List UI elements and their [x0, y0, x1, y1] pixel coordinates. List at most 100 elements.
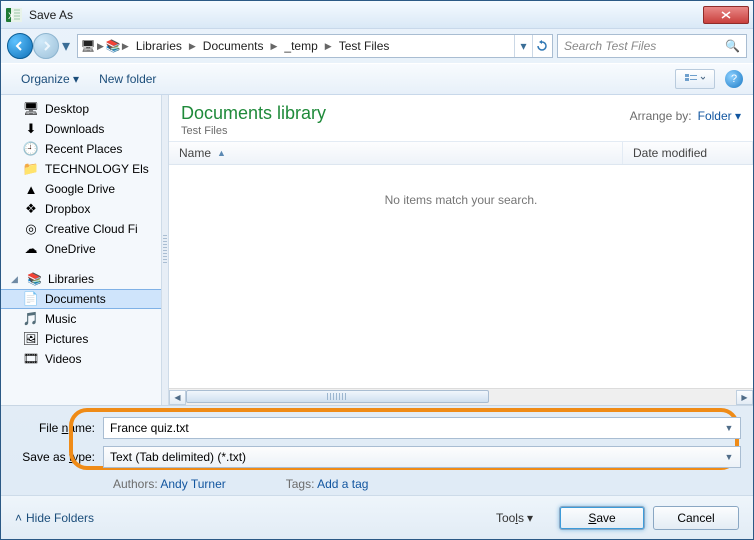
window-title: Save As: [29, 8, 701, 22]
scroll-track[interactable]: [186, 390, 736, 405]
toolbar: Organize ▾ New folder ?: [1, 63, 753, 95]
nav-row: ▾ 🖥 ▶ 📚 ▶ Libraries ▶ Documents ▶ _temp …: [1, 29, 753, 63]
folder-icon: ⬇: [23, 121, 39, 137]
titlebar: X Save As: [1, 1, 753, 29]
close-button[interactable]: [703, 6, 749, 24]
library-item-icon: 🎞: [23, 351, 39, 367]
sidebar-item[interactable]: ⬇ Downloads: [1, 119, 161, 139]
breadcrumb-seg[interactable]: Libraries: [130, 39, 188, 53]
saveastype-dropdown[interactable]: Text (Tab delimited) (*.txt) ▼: [103, 446, 741, 468]
body: 🖥 Desktop ⬇ Downloads 🕘 Recent Places 📁 TECHNOL…: [1, 95, 753, 406]
scroll-right-button[interactable]: ▶: [736, 390, 753, 405]
sort-asc-icon: ▲: [217, 148, 226, 158]
view-mode-button[interactable]: [675, 69, 715, 89]
forward-button[interactable]: [33, 33, 59, 59]
empty-message: No items match your search.: [385, 193, 538, 207]
arrange-by-dropdown[interactable]: Folder ▾: [698, 109, 741, 123]
library-item-icon: 🖼: [23, 331, 39, 347]
sidebar-item-label: Dropbox: [45, 202, 90, 216]
sidebar-item-label: Google Drive: [45, 182, 115, 196]
tags-value[interactable]: Add a tag: [317, 477, 368, 491]
library-icon: 📚: [105, 38, 121, 54]
sidebar-item[interactable]: 🖼 Pictures: [1, 329, 161, 349]
breadcrumb-dropdown[interactable]: ▾: [514, 35, 532, 57]
breadcrumb[interactable]: 🖥 ▶ 📚 ▶ Libraries ▶ Documents ▶ _temp ▶ …: [77, 34, 553, 58]
chevron-right-icon: ▶: [121, 41, 130, 52]
scroll-thumb[interactable]: [186, 390, 489, 403]
folder-icon: ☁: [23, 241, 39, 257]
sidebar-item[interactable]: ☁ OneDrive: [1, 239, 161, 259]
filename-input[interactable]: France quiz.txt ▼: [103, 417, 741, 439]
column-date[interactable]: Date modified: [623, 142, 753, 164]
sidebar-item[interactable]: ▲ Google Drive: [1, 179, 161, 199]
sidebar-libraries-header[interactable]: ◢📚Libraries: [1, 269, 161, 289]
library-item-icon: 🎵: [23, 311, 39, 327]
file-list: No items match your search.: [169, 165, 753, 388]
chevron-down-icon[interactable]: ▼: [722, 421, 736, 435]
sidebar-item-label: TECHNOLOGY Els: [45, 162, 149, 176]
chevron-up-icon: ˄: [15, 511, 22, 525]
refresh-button[interactable]: [532, 35, 550, 57]
tools-menu[interactable]: Tools▾: [496, 511, 533, 525]
chevron-right-icon: ▶: [188, 41, 197, 52]
window-controls: [701, 6, 749, 24]
breadcrumb-seg[interactable]: Documents: [197, 39, 270, 53]
sidebar-item[interactable]: 🖥 Desktop: [1, 99, 161, 119]
arrange-by-label: Arrange by:: [630, 109, 692, 123]
back-button[interactable]: [7, 33, 33, 59]
search-placeholder: Search Test Files: [564, 39, 656, 53]
saveastype-label: Save as type:: [13, 450, 103, 464]
main-panel: Documents library Test Files Arrange by:…: [169, 95, 753, 405]
folder-icon: ▲: [23, 181, 39, 197]
hide-folders-button[interactable]: ˄ Hide Folders: [15, 511, 94, 525]
cancel-button[interactable]: Cancel: [653, 506, 739, 530]
horizontal-scrollbar[interactable]: ◀ ▶: [169, 388, 753, 405]
column-name[interactable]: Name▲: [169, 142, 623, 164]
sidebar-item[interactable]: ◎Creative Cloud Fi: [1, 219, 161, 239]
sidebar-item[interactable]: 🎞 Videos: [1, 349, 161, 369]
svg-text:X: X: [8, 11, 14, 21]
folder-icon: ❖: [23, 201, 39, 217]
library-item-icon: 📄: [23, 291, 39, 307]
sidebar-item[interactable]: 📄 Documents: [1, 289, 161, 309]
folder-icon: 🕘: [23, 141, 39, 157]
computer-icon: 🖥: [80, 38, 96, 54]
bottom-bar: ˄ Hide Folders Tools▾ Save Cancel: [1, 495, 753, 539]
sidebar-item[interactable]: 📁 TECHNOLOGY Els: [1, 159, 161, 179]
splitter[interactable]: [161, 95, 169, 405]
sidebar-item[interactable]: 🕘 Recent Places: [1, 139, 161, 159]
sidebar-item-label: Videos: [45, 352, 81, 366]
column-headers[interactable]: Name▲ Date modified: [169, 141, 753, 165]
tags-label: Tags:: [286, 477, 315, 491]
form-area: File name: France quiz.txt ▼ Save as typ…: [1, 406, 753, 495]
search-input[interactable]: Search Test Files 🔍: [557, 34, 747, 58]
chevron-right-icon: ▶: [96, 41, 105, 52]
sidebar: 🖥 Desktop ⬇ Downloads 🕘 Recent Places 📁 TECHNOL…: [1, 95, 161, 405]
organize-menu[interactable]: Organize ▾: [11, 68, 89, 90]
breadcrumb-seg[interactable]: _temp: [278, 39, 323, 53]
authors-value[interactable]: Andy Turner: [160, 477, 225, 491]
chevron-down-icon[interactable]: ▼: [722, 450, 736, 464]
library-subtitle: Test Files: [181, 125, 326, 137]
sidebar-item-label: OneDrive: [45, 242, 96, 256]
sidebar-item-label: Desktop: [45, 102, 89, 116]
expand-icon: ◢: [11, 274, 21, 285]
scroll-left-button[interactable]: ◀: [169, 390, 186, 405]
sidebar-item-label: Recent Places: [45, 142, 122, 156]
folder-icon: 🖥: [23, 101, 39, 117]
sidebar-item[interactable]: ❖ Dropbox: [1, 199, 161, 219]
sidebar-item-label: Creative Cloud Fi: [45, 222, 138, 236]
sidebar-item-label: Music: [45, 312, 76, 326]
sidebar-item-label: Pictures: [45, 332, 88, 346]
new-folder-button[interactable]: New folder: [89, 68, 166, 90]
breadcrumb-seg[interactable]: Test Files: [333, 39, 396, 53]
save-button[interactable]: Save: [559, 506, 645, 530]
help-button[interactable]: ?: [725, 70, 743, 88]
sidebar-item-label: Downloads: [45, 122, 104, 136]
sidebar-item-label: Documents: [45, 292, 106, 306]
folder-icon: 📁: [23, 161, 39, 177]
sidebar-item[interactable]: 🎵 Music: [1, 309, 161, 329]
nav-history-dropdown[interactable]: ▾: [59, 39, 73, 53]
excel-icon: X: [5, 6, 23, 24]
search-icon: 🔍: [725, 39, 740, 53]
